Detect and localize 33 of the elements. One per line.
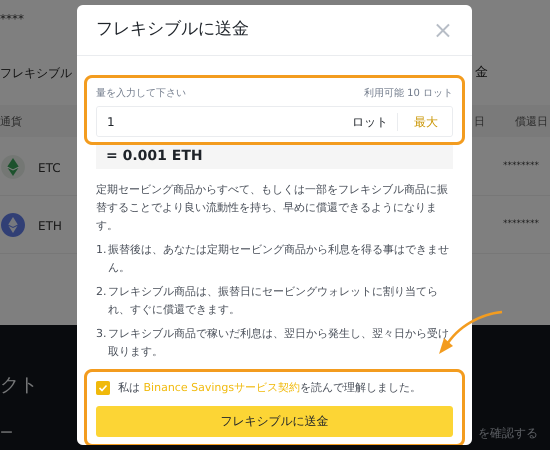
available-amount: 利用可能 10 ロット xyxy=(364,86,453,101)
annotation-arrow xyxy=(436,308,504,356)
tab-label[interactable]: フレキシブル xyxy=(0,64,72,82)
masked-value: ******** xyxy=(503,218,539,231)
list-text: フレキシブル商品は、振替日にセービングウォレットに割り当てられ、すぐに償還できます。 xyxy=(108,284,439,318)
list-text: フレキシブル商品で稼いだ利息は、翌日から発生し、翌々日から受け取ります。 xyxy=(108,326,450,360)
coin-name: ETH xyxy=(38,218,62,235)
list-number: 3. xyxy=(96,326,108,342)
tab-label[interactable]: 金 xyxy=(475,63,488,82)
field-value: 1 xyxy=(107,114,116,130)
coin-name: ETC xyxy=(38,160,61,177)
conversion-value: = 0.001 ETH xyxy=(96,143,453,169)
list-text: 振替後は、あなたは定期セービング商品から利息を得る事はできません。 xyxy=(108,242,450,276)
dialog-title: フレキシブルに送金 xyxy=(96,18,249,42)
amount-field[interactable]: 1 ロット 最大 xyxy=(96,106,453,137)
footer-link[interactable]: を確認する xyxy=(478,424,538,442)
agreement-text: 私は Binance Savingsサービス契約を読んで理解しました。 xyxy=(118,380,422,396)
masked-value: **** xyxy=(0,11,24,28)
section-heading: クト xyxy=(0,373,38,398)
list-number: 2. xyxy=(96,284,108,300)
unit-label: ロット xyxy=(352,112,398,130)
checkbox[interactable] xyxy=(96,381,110,396)
check-icon xyxy=(98,383,108,394)
column-header: 日 xyxy=(474,114,485,130)
column-header: 償還日 xyxy=(515,114,548,130)
footer-text: ー xyxy=(0,425,13,443)
description-text: 定期セービング商品からすべて、もしくは一部をフレキシブル商品に振替することでより良い流動性を持ち、早めに償還できるようになります。 xyxy=(96,182,449,234)
submit-button[interactable]: フレキシブルに送金 xyxy=(96,406,453,436)
masked-value: ******** xyxy=(503,160,539,173)
max-button[interactable]: 最大 xyxy=(398,112,442,130)
list-number: 1. xyxy=(96,242,108,258)
field-label: 量を入力して下さい xyxy=(96,86,186,101)
column-header: 通貨 xyxy=(0,114,22,130)
